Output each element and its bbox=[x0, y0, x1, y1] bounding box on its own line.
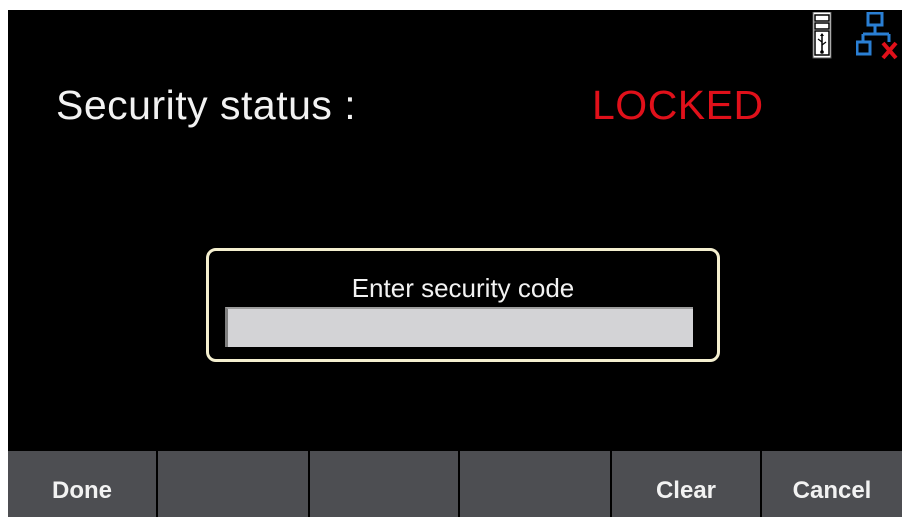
security-code-input[interactable] bbox=[225, 307, 693, 347]
dialog-title: Enter security code bbox=[351, 273, 575, 303]
softkey-bar: Done Clear Cancel bbox=[8, 451, 902, 517]
softkey-4[interactable] bbox=[460, 451, 612, 517]
security-code-dialog: Enter security code bbox=[206, 248, 720, 362]
usb-storage-icon bbox=[812, 11, 834, 65]
security-status-value: LOCKED bbox=[592, 82, 764, 128]
status-icons bbox=[812, 11, 902, 65]
lan-disconnected-icon bbox=[855, 11, 902, 65]
security-status-label: Security status : bbox=[56, 82, 357, 128]
instrument-screen: Security status : LOCKED Enter security … bbox=[8, 10, 902, 517]
cancel-softkey[interactable]: Cancel bbox=[762, 451, 902, 517]
softkey-2[interactable] bbox=[158, 451, 310, 517]
done-softkey[interactable]: Done bbox=[8, 451, 158, 517]
softkey-3[interactable] bbox=[310, 451, 460, 517]
clear-softkey[interactable]: Clear bbox=[612, 451, 762, 517]
